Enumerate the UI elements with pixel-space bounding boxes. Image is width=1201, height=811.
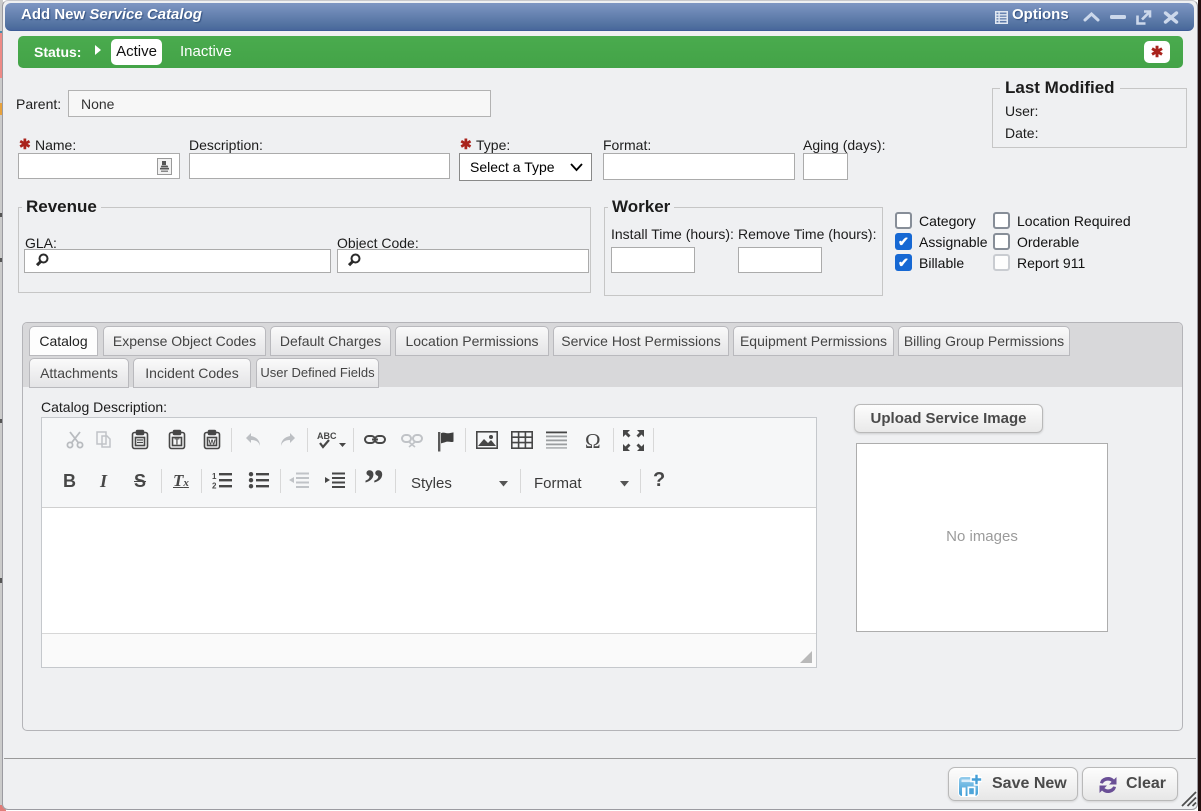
- svg-text:ABC: ABC: [317, 431, 337, 441]
- svg-text:1: 1: [212, 472, 217, 481]
- svg-text:2: 2: [212, 482, 217, 490]
- svg-text:T: T: [175, 438, 180, 447]
- svg-text:W: W: [208, 438, 216, 447]
